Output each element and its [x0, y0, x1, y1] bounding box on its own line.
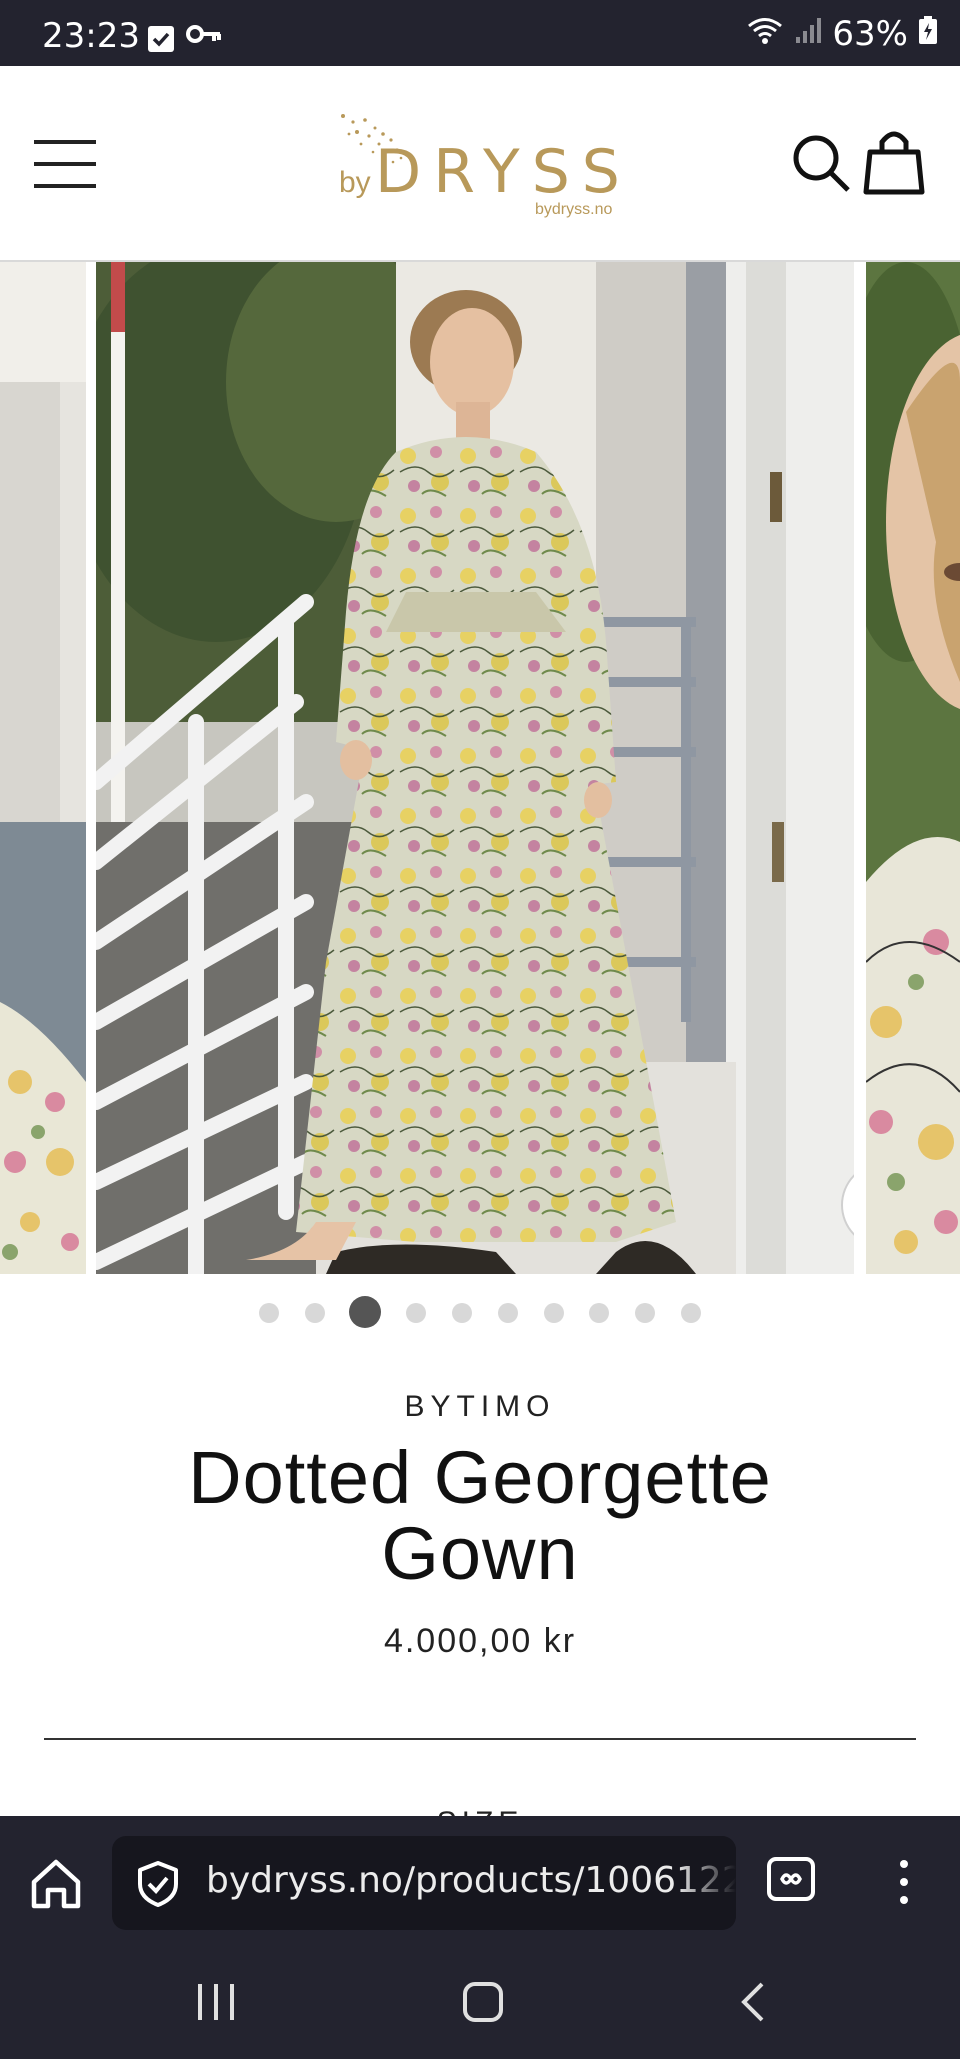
reader-mode-icon	[767, 1857, 815, 1901]
menu-button[interactable]	[34, 140, 98, 190]
search-icon	[793, 135, 850, 192]
recent-apps-button[interactable]	[196, 1980, 236, 2029]
reader-mode-button[interactable]	[766, 1856, 816, 1902]
product-title: Dotted Georgette Gown	[188, 1436, 772, 1595]
wifi-icon	[746, 14, 784, 54]
section-divider	[44, 1738, 916, 1740]
pagination-dot-4[interactable]	[406, 1303, 426, 1323]
pagination-dot-7[interactable]	[544, 1303, 564, 1323]
product-photo	[96, 262, 854, 1274]
pagination-dot-6[interactable]	[498, 1303, 518, 1323]
more-options-button[interactable]	[886, 1852, 922, 1912]
search-button[interactable]	[790, 132, 852, 194]
cart-button[interactable]	[862, 128, 926, 196]
signal-icon	[794, 14, 822, 54]
logo-domain: bydryss.no	[535, 201, 612, 218]
site-header: by DRYSS bydryss.no	[0, 66, 960, 262]
product-price: 4.000,00 kr	[383, 1622, 577, 1660]
pagination-dot-9[interactable]	[635, 1303, 655, 1323]
gallery-slide-previous[interactable]	[0, 262, 86, 1274]
browser-toolbar: bydryss.no/products/10061223	[0, 1816, 960, 1946]
pagination-dot-3-active[interactable]	[349, 1296, 381, 1328]
status-right: 63%	[746, 12, 938, 56]
status-time: 23:23	[42, 16, 140, 56]
address-bar[interactable]: bydryss.no/products/10061223	[112, 1836, 736, 1930]
browser-home-button[interactable]	[28, 1856, 84, 1912]
back-nav-button[interactable]	[738, 1980, 768, 2029]
more-vertical-icon	[900, 1860, 908, 1904]
checkbox-notification-icon	[148, 26, 174, 52]
shopping-bag-icon	[863, 131, 925, 195]
product-gallery[interactable]	[0, 262, 960, 1274]
hamburger-icon	[34, 140, 96, 144]
gallery-slide-main[interactable]	[96, 262, 854, 1274]
pagination-dot-10[interactable]	[681, 1303, 701, 1323]
shield-check-icon	[136, 1860, 180, 1913]
gallery-slide-next[interactable]	[866, 262, 960, 1274]
pagination-dot-1[interactable]	[259, 1303, 279, 1323]
home-nav-button[interactable]	[462, 1980, 504, 2029]
pagination-dot-2[interactable]	[305, 1303, 325, 1323]
gallery-pagination	[0, 1293, 960, 1333]
site-logo[interactable]: by DRYSS bydryss.no	[335, 110, 635, 220]
product-vendor[interactable]: BYTIMO	[0, 1390, 960, 1424]
battery-icon	[918, 14, 938, 54]
system-navigation-bar	[0, 1946, 960, 2059]
status-bar: 23:23 63%	[0, 0, 960, 66]
url-text: bydryss.no/products/10061223	[206, 1860, 736, 1901]
pagination-dot-8[interactable]	[589, 1303, 609, 1323]
back-icon	[741, 1982, 764, 2022]
recent-apps-icon	[198, 1984, 234, 2020]
logo-name: DRYSS	[375, 137, 632, 207]
key-icon	[186, 22, 222, 51]
logo-by: by	[339, 166, 371, 199]
home-icon	[31, 1859, 81, 1909]
battery-percentage: 63%	[832, 14, 908, 54]
home-square-icon	[463, 1982, 503, 2022]
pagination-dot-5[interactable]	[452, 1303, 472, 1323]
